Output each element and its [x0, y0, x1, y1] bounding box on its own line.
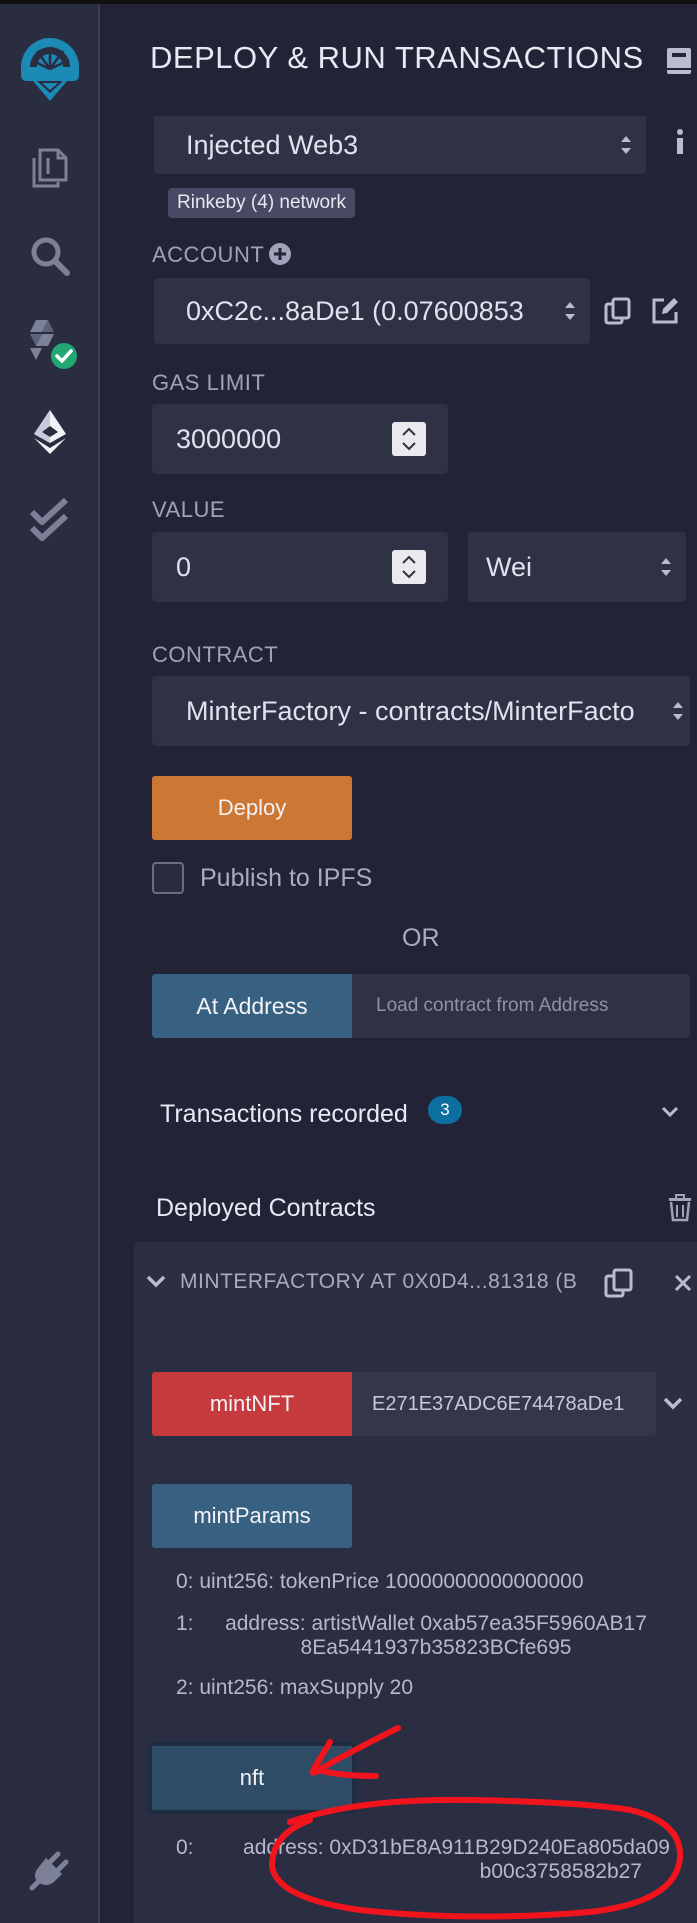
environment-value: Injected Web3 — [186, 129, 359, 160]
file-explorer-icon[interactable] — [20, 138, 80, 198]
at-address-button[interactable]: At Address — [152, 974, 352, 1038]
deployed-contracts-title: Deployed Contracts — [156, 1194, 376, 1222]
deploy-run-icon[interactable] — [20, 402, 80, 462]
value-amount: 0 — [176, 551, 192, 582]
chevron-down-icon[interactable] — [662, 1396, 684, 1412]
mint-nft-input[interactable]: E271E37ADC6E74478aDe1 — [352, 1372, 656, 1436]
gas-limit-label: GAS LIMIT — [152, 370, 266, 395]
account-value: 0xC2c...8aDe1 (0.07600853 — [186, 295, 524, 326]
edit-icon[interactable] — [650, 296, 680, 326]
close-icon[interactable] — [674, 1274, 692, 1292]
copy-icon[interactable] — [604, 297, 632, 325]
select-arrows-icon — [673, 702, 683, 720]
contract-label: CONTRACT — [152, 642, 279, 667]
chevron-down-icon[interactable] — [146, 1274, 166, 1290]
plugin-manager-icon[interactable] — [20, 1840, 80, 1900]
account-select[interactable]: 0xC2c...8aDe1 (0.07600853 — [154, 278, 590, 344]
contract-select[interactable]: MinterFactory - contracts/MinterFacto — [152, 676, 690, 746]
select-arrows-icon — [661, 558, 671, 576]
deploy-button[interactable]: Deploy — [152, 776, 352, 840]
gas-limit-input[interactable]: 3000000 — [152, 404, 448, 474]
info-icon[interactable] — [672, 128, 688, 158]
value-stepper[interactable] — [392, 550, 426, 584]
solidity-compiler-icon[interactable] — [20, 314, 80, 374]
gas-limit-stepper[interactable] — [392, 422, 426, 456]
output-line: address: 0xD31bE8A911B29D240Ea805da09 — [243, 1836, 670, 1859]
copy-icon[interactable] — [604, 1268, 634, 1298]
mint-params-button[interactable]: mintParams — [152, 1484, 352, 1548]
publish-ipfs-label: Publish to IPFS — [200, 864, 373, 892]
output-line: b00c3758582b27 — [479, 1860, 642, 1883]
value-unit: Wei — [486, 551, 533, 582]
network-badge: Rinkeby (4) network — [168, 188, 355, 218]
mint-nft-button[interactable]: mintNFT — [152, 1372, 352, 1436]
value-label: VALUE — [152, 497, 226, 522]
deploy-run-panel: DEPLOY & RUN TRANSACTIONS Injected Web3 … — [102, 4, 697, 1923]
output-line: 8Ea5441937b35823BCfe695 — [300, 1636, 572, 1659]
search-icon[interactable] — [20, 226, 80, 286]
nft-output-index: 0: — [176, 1836, 194, 1859]
publish-ipfs-checkbox[interactable] — [152, 862, 184, 894]
mint-params-output-1: address: artistWallet 0xab57ea35F5960AB1… — [206, 1612, 666, 1660]
load-address-input[interactable]: Load contract from Address — [352, 974, 690, 1038]
trash-icon[interactable] — [668, 1194, 692, 1222]
output-line: address: artistWallet 0xab57ea35F5960AB1… — [225, 1612, 647, 1635]
output-text: uint256: tokenPrice 10000000000000000 — [199, 1570, 584, 1593]
contract-instance-title[interactable]: MINTERFACTORY AT 0X0D4...81318 (B — [180, 1270, 577, 1294]
chevron-down-icon[interactable] — [660, 1104, 680, 1120]
gas-limit-value: 3000000 — [176, 423, 282, 454]
mint-params-output-1-index: 1: — [176, 1612, 194, 1635]
output-text: uint256: maxSupply 20 — [199, 1676, 413, 1699]
plus-circle-icon[interactable] — [268, 242, 292, 266]
contract-value: MinterFactory - contracts/MinterFacto — [186, 695, 635, 726]
value-input[interactable]: 0 — [152, 532, 448, 602]
environment-select[interactable]: Injected Web3 — [154, 116, 646, 174]
output-index: 0: — [176, 1570, 194, 1593]
book-icon[interactable] — [665, 46, 693, 76]
transactions-count-badge: 3 — [428, 1096, 462, 1124]
transactions-recorded-label[interactable]: Transactions recorded — [160, 1100, 408, 1129]
account-label: ACCOUNT — [152, 242, 265, 267]
unit-testing-icon[interactable] — [20, 490, 80, 550]
nft-button[interactable]: nft — [148, 1742, 356, 1814]
output-index: 2: — [176, 1676, 194, 1699]
icon-panel — [0, 4, 100, 1923]
select-arrows-icon — [565, 302, 575, 320]
page-title: DEPLOY & RUN TRANSACTIONS — [150, 40, 644, 75]
or-separator: OR — [402, 924, 440, 952]
select-arrows-icon — [621, 136, 631, 154]
mint-params-output-0: 0: uint256: tokenPrice 10000000000000000 — [176, 1570, 584, 1594]
value-unit-select[interactable]: Wei — [468, 532, 686, 602]
nft-output: address: 0xD31bE8A911B29D240Ea805da09 b0… — [206, 1836, 670, 1884]
mint-params-output-2: 2: uint256: maxSupply 20 — [176, 1676, 413, 1700]
remix-logo-icon[interactable] — [15, 26, 85, 106]
